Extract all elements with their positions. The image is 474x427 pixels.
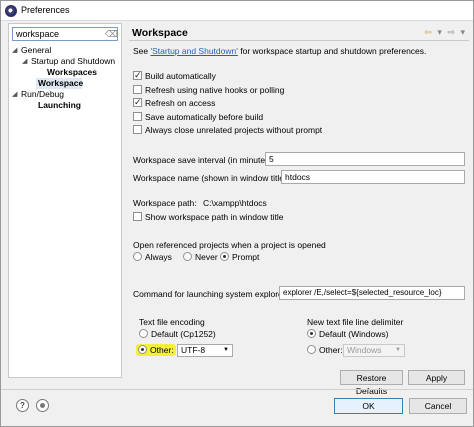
delimiter-default-radio[interactable]: Default (Windows) bbox=[307, 329, 388, 340]
encoding-select[interactable]: UTF-8 ▼ bbox=[177, 344, 233, 357]
chevron-down-icon[interactable]: ▾ bbox=[460, 27, 465, 38]
chevron-down-icon[interactable]: ▾ bbox=[437, 27, 442, 38]
tree-item-launching[interactable]: Launching bbox=[38, 100, 81, 111]
radio-off[interactable] bbox=[183, 252, 192, 261]
clear-filter-icon[interactable]: ⌫ bbox=[105, 29, 118, 39]
footer-separator bbox=[1, 389, 473, 390]
workspace-path-label: Workspace path: C:\xampp\htdocs bbox=[133, 198, 267, 208]
preferences-tree: ⌫ ◢ General ◢ Startup and Shutdown Works… bbox=[8, 23, 122, 378]
launch-command-label: Command for launching system explorer: bbox=[133, 289, 288, 299]
checkbox-unchecked[interactable] bbox=[133, 212, 142, 221]
workspace-name-input[interactable]: htdocs bbox=[281, 170, 465, 184]
encoding-group-title: Text file encoding bbox=[139, 317, 205, 327]
startup-shutdown-link[interactable]: 'Startup and Shutdown' bbox=[151, 46, 238, 56]
build-automatically-checkbox[interactable]: Build automatically bbox=[133, 70, 216, 82]
filter-input[interactable] bbox=[13, 28, 103, 40]
open-projects-prompt-radio[interactable]: Prompt bbox=[220, 252, 259, 263]
page-title: Workspace bbox=[132, 27, 188, 39]
see-startup-text: See 'Startup and Shutdown' for workspace… bbox=[133, 46, 427, 56]
delimiter-select[interactable]: Windows ▼ bbox=[343, 344, 405, 357]
encoding-other-radio[interactable]: Other: bbox=[136, 344, 176, 356]
tree-item-workspace[interactable]: Workspace bbox=[36, 78, 83, 89]
radio-off[interactable] bbox=[139, 329, 148, 338]
radio-on[interactable] bbox=[220, 252, 229, 261]
workspace-name-label: Workspace name (shown in window title): bbox=[133, 173, 290, 183]
workspace-page: Workspace ⇦ ▾ ⇨ ▾ See 'Startup and Shutd… bbox=[129, 23, 469, 396]
forward-icon[interactable]: ⇨ bbox=[447, 27, 455, 38]
chevron-down-icon: ▼ bbox=[395, 347, 401, 353]
checkbox-checked[interactable] bbox=[133, 97, 142, 107]
encoding-default-radio[interactable]: Default (Cp1252) bbox=[139, 329, 216, 340]
refresh-native-hooks-checkbox[interactable]: Refresh using native hooks or polling bbox=[133, 85, 284, 96]
apply-button[interactable]: Apply bbox=[408, 370, 465, 385]
save-before-build-checkbox[interactable]: Save automatically before build bbox=[133, 112, 263, 123]
page-nav: ⇦ ▾ ⇨ ▾ bbox=[421, 27, 465, 37]
tree-item-workspaces[interactable]: Workspaces bbox=[47, 67, 97, 78]
preferences-window: Preferences ⌫ ◢ General ◢ Startup and Sh… bbox=[0, 0, 474, 427]
back-icon[interactable]: ⇦ bbox=[424, 27, 432, 38]
open-projects-never-radio[interactable]: Never bbox=[183, 252, 218, 263]
filter-field[interactable]: ⌫ bbox=[12, 27, 118, 41]
checkbox-unchecked[interactable] bbox=[133, 125, 142, 134]
tree-item-run-debug[interactable]: Run/Debug bbox=[21, 89, 64, 100]
encoding-other-highlight: Other: bbox=[136, 344, 176, 356]
ok-button[interactable]: OK bbox=[334, 398, 403, 414]
checkbox-unchecked[interactable] bbox=[133, 85, 142, 94]
collapse-icon[interactable]: ◢ bbox=[22, 58, 30, 66]
radio-off[interactable] bbox=[307, 345, 316, 354]
title-bar: Preferences bbox=[1, 1, 473, 21]
radio-on[interactable] bbox=[307, 329, 316, 338]
cancel-button[interactable]: Cancel bbox=[409, 398, 467, 414]
delimiter-other-radio[interactable]: Other: bbox=[307, 345, 343, 356]
window-title: Preferences bbox=[21, 5, 70, 15]
title-separator bbox=[129, 40, 469, 41]
radio-off[interactable] bbox=[133, 252, 142, 261]
checkbox-checked[interactable] bbox=[133, 70, 142, 80]
open-projects-label: Open referenced projects when a project … bbox=[133, 240, 326, 250]
preferences-app-icon bbox=[5, 5, 17, 17]
collapse-icon[interactable]: ◢ bbox=[12, 91, 20, 99]
delimiter-group-title: New text file line delimiter bbox=[307, 317, 404, 327]
tree-item-general[interactable]: General bbox=[21, 45, 51, 56]
show-path-checkbox[interactable]: Show workspace path in window title bbox=[133, 212, 283, 223]
import-export-icon[interactable] bbox=[36, 399, 49, 412]
radio-on[interactable] bbox=[138, 345, 147, 354]
chevron-down-icon: ▼ bbox=[223, 347, 229, 353]
help-icon[interactable]: ? bbox=[16, 399, 29, 412]
save-interval-label: Workspace save interval (in minutes): bbox=[133, 155, 275, 165]
refresh-on-access-checkbox[interactable]: Refresh on access bbox=[133, 97, 215, 109]
checkbox-unchecked[interactable] bbox=[133, 112, 142, 121]
tree-item-startup-shutdown[interactable]: Startup and Shutdown bbox=[31, 56, 115, 67]
workspace-path-value: C:\xampp\htdocs bbox=[203, 198, 267, 208]
collapse-icon[interactable]: ◢ bbox=[12, 47, 20, 55]
launch-command-input[interactable]: explorer /E,/select=${selected_resource_… bbox=[279, 286, 465, 300]
open-projects-always-radio[interactable]: Always bbox=[133, 252, 172, 263]
restore-defaults-button[interactable]: Restore Defaults bbox=[340, 370, 403, 396]
close-unrelated-projects-checkbox[interactable]: Always close unrelated projects without … bbox=[133, 125, 322, 136]
save-interval-input[interactable]: 5 bbox=[265, 152, 465, 166]
